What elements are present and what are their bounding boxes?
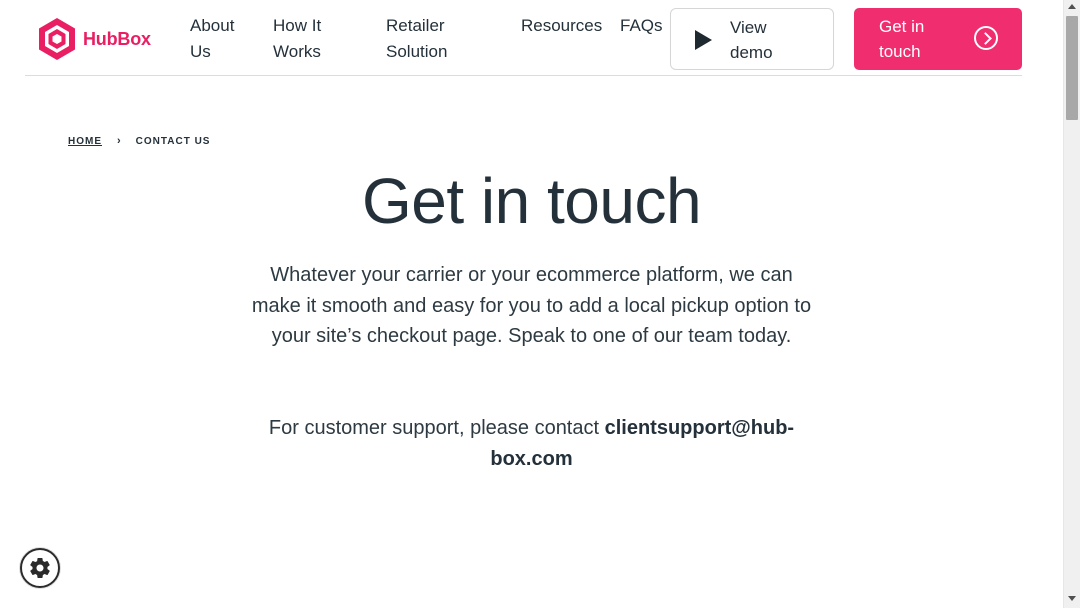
- breadcrumb: HOME › CONTACT US: [68, 135, 210, 147]
- nav-resources[interactable]: Resources: [521, 13, 602, 39]
- view-demo-label: View demo: [730, 18, 773, 62]
- scroll-up-arrow-icon[interactable]: [1068, 4, 1076, 9]
- view-demo-button[interactable]: View demo: [670, 8, 834, 70]
- nav-how-it-works[interactable]: How It Works: [273, 13, 353, 65]
- scrollbar-thumb[interactable]: [1066, 16, 1078, 120]
- support-paragraph: For customer support, please contact cli…: [250, 413, 813, 474]
- site-header: HubBox About Us How It Works Retailer So…: [25, 0, 1022, 76]
- nav-about-us[interactable]: About Us: [190, 13, 250, 65]
- logo-link[interactable]: HubBox: [35, 16, 151, 62]
- breadcrumb-home[interactable]: HOME: [68, 136, 102, 147]
- logo-text: HubBox: [83, 28, 151, 49]
- nav-faqs[interactable]: FAQs: [620, 13, 663, 39]
- get-in-touch-button[interactable]: Get in touch: [854, 8, 1022, 70]
- page-title: Get in touch: [361, 165, 702, 237]
- breadcrumb-current: CONTACT US: [135, 135, 211, 147]
- nav-retailer-solution[interactable]: Retailer Solution: [386, 13, 476, 65]
- gear-icon: [30, 558, 50, 579]
- scroll-down-arrow-icon[interactable]: [1068, 596, 1076, 601]
- hexagon-logo-icon: [39, 18, 75, 60]
- get-in-touch-label: Get in touch: [879, 17, 925, 61]
- vertical-scrollbar[interactable]: [1063, 0, 1080, 608]
- chevron-right-circle-icon: [974, 26, 998, 50]
- cookie-settings-button[interactable]: [20, 548, 60, 588]
- play-icon: [695, 30, 712, 50]
- breadcrumb-separator: ›: [117, 135, 122, 147]
- support-text: For customer support, please contact: [268, 417, 605, 439]
- page: HubBox About Us How It Works Retailer So…: [0, 0, 1063, 608]
- intro-paragraph: Whatever your carrier or your ecommerce …: [251, 264, 812, 347]
